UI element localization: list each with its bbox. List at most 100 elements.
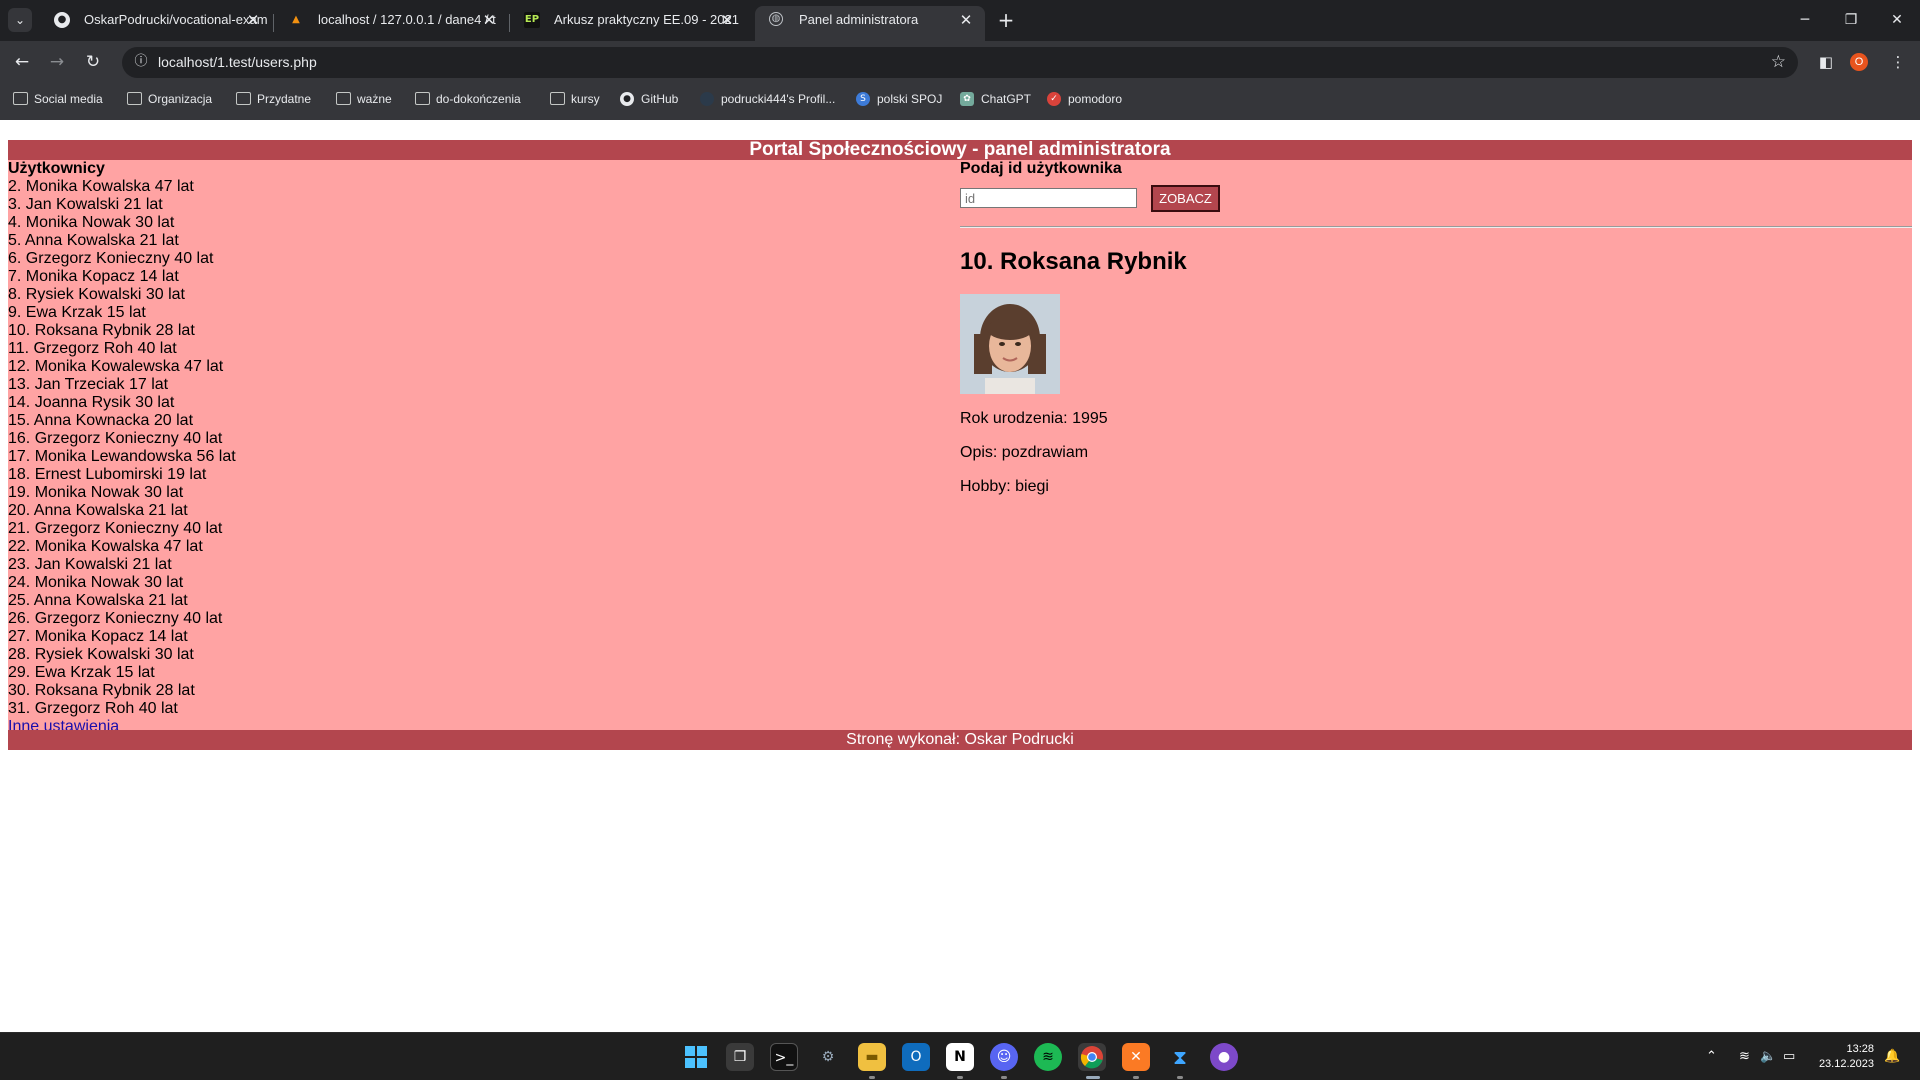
folder-icon <box>336 92 351 105</box>
file-explorer-icon[interactable]: ▬ <box>858 1043 886 1071</box>
notifications-icon[interactable]: 🔔 <box>1884 1033 1900 1080</box>
bookmark-label: pomodoro <box>1068 92 1123 106</box>
bookmark-pomodoro[interactable]: ✓ pomodoro <box>1047 83 1122 115</box>
bookmark-github[interactable]: ● GitHub <box>620 83 678 115</box>
terminal-icon[interactable]: >_ <box>770 1043 798 1071</box>
github-desktop-icon[interactable]: ● <box>1210 1043 1238 1071</box>
folder-icon <box>236 92 251 105</box>
bookmarks-bar: Social media Organizacja Przydatne ważne… <box>0 83 1920 120</box>
discord-icon[interactable]: ☺ <box>990 1043 1018 1071</box>
bookmark-do-dokonczenia[interactable]: do-dokończenia <box>415 83 521 115</box>
tab-phpmyadmin[interactable]: ▲ localhost / 127.0.0.1 / dane4 / t ✕ <box>274 6 508 41</box>
folder-icon <box>415 92 430 105</box>
vscode-icon[interactable]: ⧗ <box>1166 1043 1194 1071</box>
bookmark-label: GitHub <box>641 92 679 106</box>
close-icon[interactable]: ✕ <box>718 6 736 34</box>
reload-icon[interactable]: ↻ <box>79 48 107 76</box>
restore-icon[interactable]: ❐ <box>1828 0 1874 40</box>
xampp-icon[interactable]: ✕ <box>1122 1043 1150 1071</box>
start-icon[interactable] <box>682 1043 710 1071</box>
user-list-item: 4. Monika Nowak 30 lat <box>8 214 175 231</box>
tab-panel-administratora[interactable]: ◍ Panel administratora ✕ <box>755 6 985 41</box>
url-text[interactable]: localhost/1.test/users.php <box>158 47 317 78</box>
spoj-icon: S <box>856 92 870 106</box>
bookmark-przydatne[interactable]: Przydatne <box>236 83 311 115</box>
user-list-item: 3. Jan Kowalski 21 lat <box>8 196 163 213</box>
new-tab-button[interactable]: + <box>994 8 1018 32</box>
window-close-icon[interactable]: ✕ <box>1874 0 1920 40</box>
user-list-item: 26. Grzegorz Konieczny 40 lat <box>8 610 223 627</box>
bookmark-social-media[interactable]: Social media <box>13 83 103 115</box>
battery-icon[interactable]: ▭ <box>1783 1033 1795 1080</box>
users-section: Użytkownicy 2. Monika Kowalska 47 lat 3. … <box>8 160 960 735</box>
taskbar-clock[interactable]: 13:28 23.12.2023 <box>1808 1042 1874 1072</box>
running-indicator <box>1133 1076 1139 1079</box>
user-list-item: 5. Anna Kowalska 21 lat <box>8 232 179 249</box>
folder-icon <box>13 92 28 105</box>
user-list-item: 28. Rysiek Kowalski 30 lat <box>8 646 194 663</box>
user-list-item: 21. Grzegorz Konieczny 40 lat <box>8 520 223 537</box>
user-list-item: 29. Ewa Krzak 15 lat <box>8 664 155 681</box>
user-id-label: Podaj id użytkownika <box>960 160 1122 177</box>
bookmark-chatgpt[interactable]: ✿ ChatGPT <box>960 83 1031 115</box>
tab-github[interactable]: ● OskarPodrucki/vocational-exam ✕ <box>40 6 272 41</box>
tab-search-icon[interactable]: ⌄ <box>8 8 32 32</box>
menu-icon[interactable]: ⋮ <box>1886 50 1910 74</box>
bookmark-wazne[interactable]: ważne <box>336 83 392 115</box>
forward-icon[interactable]: → <box>43 48 71 76</box>
profile-photo <box>960 294 1060 394</box>
site-info-icon[interactable]: ⓘ <box>130 51 152 73</box>
volume-icon[interactable]: 🔈 <box>1760 1033 1776 1080</box>
tab-arkusz[interactable]: EP Arkusz praktyczny EE.09 - 2021 ✕ <box>510 6 746 41</box>
close-icon[interactable]: ✕ <box>480 6 498 34</box>
user-list-item: 24. Monika Nowak 30 lat <box>8 574 184 591</box>
minimize-icon[interactable]: ─ <box>1782 0 1828 40</box>
close-icon[interactable]: ✕ <box>244 6 262 34</box>
bookmark-label: Social media <box>34 92 103 106</box>
back-icon[interactable]: ← <box>8 48 36 76</box>
profile-avatar[interactable]: O <box>1850 53 1868 71</box>
user-id-input[interactable] <box>960 188 1137 208</box>
chatgpt-icon: ✿ <box>960 92 974 106</box>
bookmark-label: kursy <box>571 92 600 106</box>
bookmark-polski-spoj[interactable]: S polski SPOJ <box>856 83 942 115</box>
outlook-icon[interactable]: O <box>902 1043 930 1071</box>
user-list: 2. Monika Kowalska 47 lat 3. Jan Kowalski… <box>8 178 960 718</box>
page-viewport: Portal Społecznościowy - panel administr… <box>0 120 1920 1032</box>
wifi-icon[interactable]: ≋ <box>1739 1033 1750 1080</box>
browser-toolbar: ← → ↻ ⓘ localhost/1.test/users.php ☆ ◧ ⋮ <box>0 41 1920 83</box>
bookmark-label: do-dokończenia <box>436 92 521 106</box>
close-icon[interactable]: ✕ <box>957 6 975 34</box>
profile-photo-image <box>960 294 1060 394</box>
bookmark-label: Organizacja <box>148 92 213 106</box>
zobacz-button[interactable]: ZOBACZ <box>1151 185 1220 212</box>
bookmark-label: ważne <box>357 92 392 106</box>
chrome-icon[interactable] <box>1078 1043 1106 1071</box>
running-indicator <box>957 1076 963 1079</box>
running-indicator <box>869 1076 875 1079</box>
user-list-item: 27. Monika Kopacz 14 lat <box>8 628 188 645</box>
notion-icon[interactable]: N <box>946 1043 974 1071</box>
side-panel-icon[interactable]: ◧ <box>1814 50 1838 74</box>
user-list-item: 10. Roksana Rybnik 28 lat <box>8 322 195 339</box>
settings-icon[interactable]: ⚙ <box>814 1043 842 1071</box>
user-list-item: 18. Ernest Lubomirski 19 lat <box>8 466 207 483</box>
user-list-item: 30. Roksana Rybnik 28 lat <box>8 682 195 699</box>
user-list-item: 9. Ewa Krzak 15 lat <box>8 304 146 321</box>
user-list-item: 25. Anna Kowalska 21 lat <box>8 592 188 609</box>
folder-icon <box>550 92 565 105</box>
bookmark-star-icon[interactable]: ☆ <box>1771 47 1786 78</box>
tray-overflow-icon[interactable]: ⌃ <box>1706 1033 1717 1080</box>
task-view-icon[interactable]: ❐ <box>726 1043 754 1071</box>
running-indicator <box>1177 1076 1183 1079</box>
bookmark-profil[interactable]: podrucki444's Profil... <box>700 83 835 115</box>
user-list-item: 22. Monika Kowalska 47 lat <box>8 538 203 555</box>
bookmark-kursy[interactable]: kursy <box>550 83 600 115</box>
page-footer: Stronę wykonał: Oskar Podrucki <box>8 730 1912 750</box>
ep-icon: EP <box>524 12 540 28</box>
spotify-icon[interactable]: ≋ <box>1034 1043 1062 1071</box>
taskbar: ❐ >_ ⚙ ▬ O N ☺ ≋ ✕ ⧗ ● ⌃ ≋ 🔈 ▭ 13:28 23.… <box>0 1032 1920 1080</box>
address-bar[interactable]: ⓘ localhost/1.test/users.php ☆ <box>122 47 1798 78</box>
clock-date: 23.12.2023 <box>1818 1058 1874 1070</box>
bookmark-organizacja[interactable]: Organizacja <box>127 83 212 115</box>
